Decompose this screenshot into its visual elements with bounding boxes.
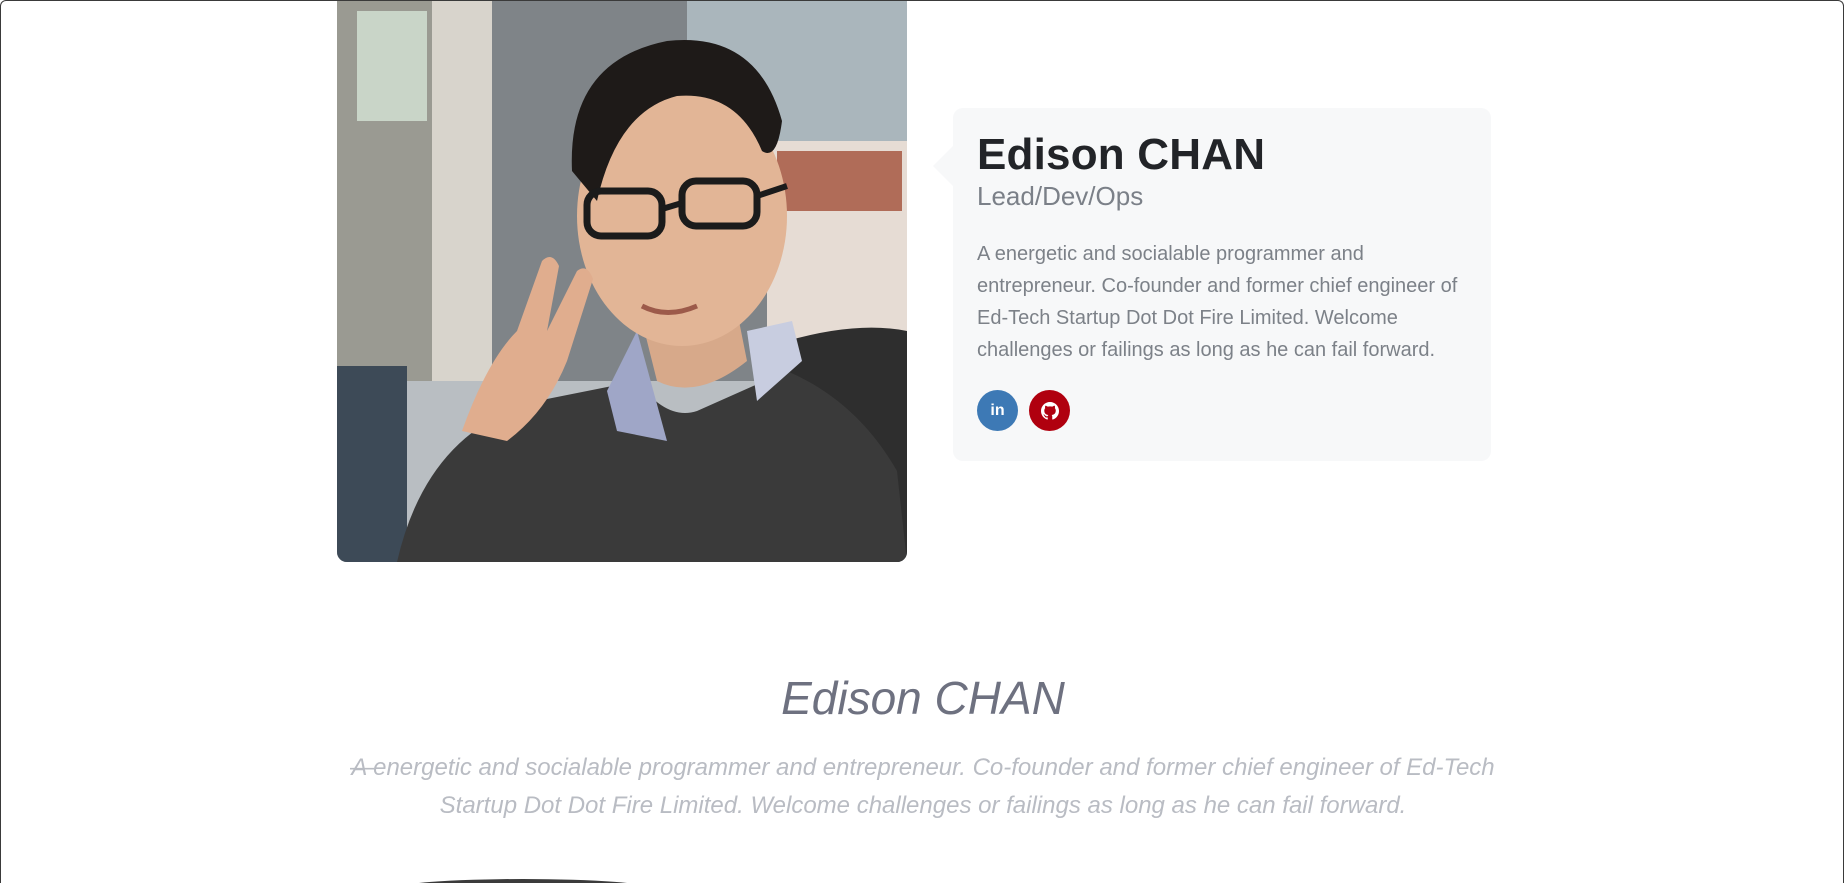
profile-photo [337, 1, 907, 562]
profile-name: Edison CHAN [977, 130, 1266, 179]
github-icon [1040, 401, 1059, 420]
linkedin-link[interactable]: in [977, 390, 1018, 431]
github-link[interactable] [1029, 390, 1070, 431]
next-section-edge [393, 879, 653, 883]
portrait-photo-icon [337, 1, 907, 562]
page: Edison CHAN Lead/Dev/Ops A energetic and… [0, 0, 1844, 883]
linkedin-icon: in [990, 401, 1005, 419]
profile-role: Lead/Dev/Ops [977, 181, 1144, 211]
quote-author: Edison CHAN [781, 672, 1065, 724]
profile-card: Edison CHAN Lead/Dev/Ops A energetic and… [933, 108, 1491, 461]
social-links: in [977, 390, 1467, 431]
profile-bio: A energetic and socialable programmer an… [977, 243, 1458, 361]
quote-text: A energetic and socialable programmer an… [351, 754, 1495, 819]
